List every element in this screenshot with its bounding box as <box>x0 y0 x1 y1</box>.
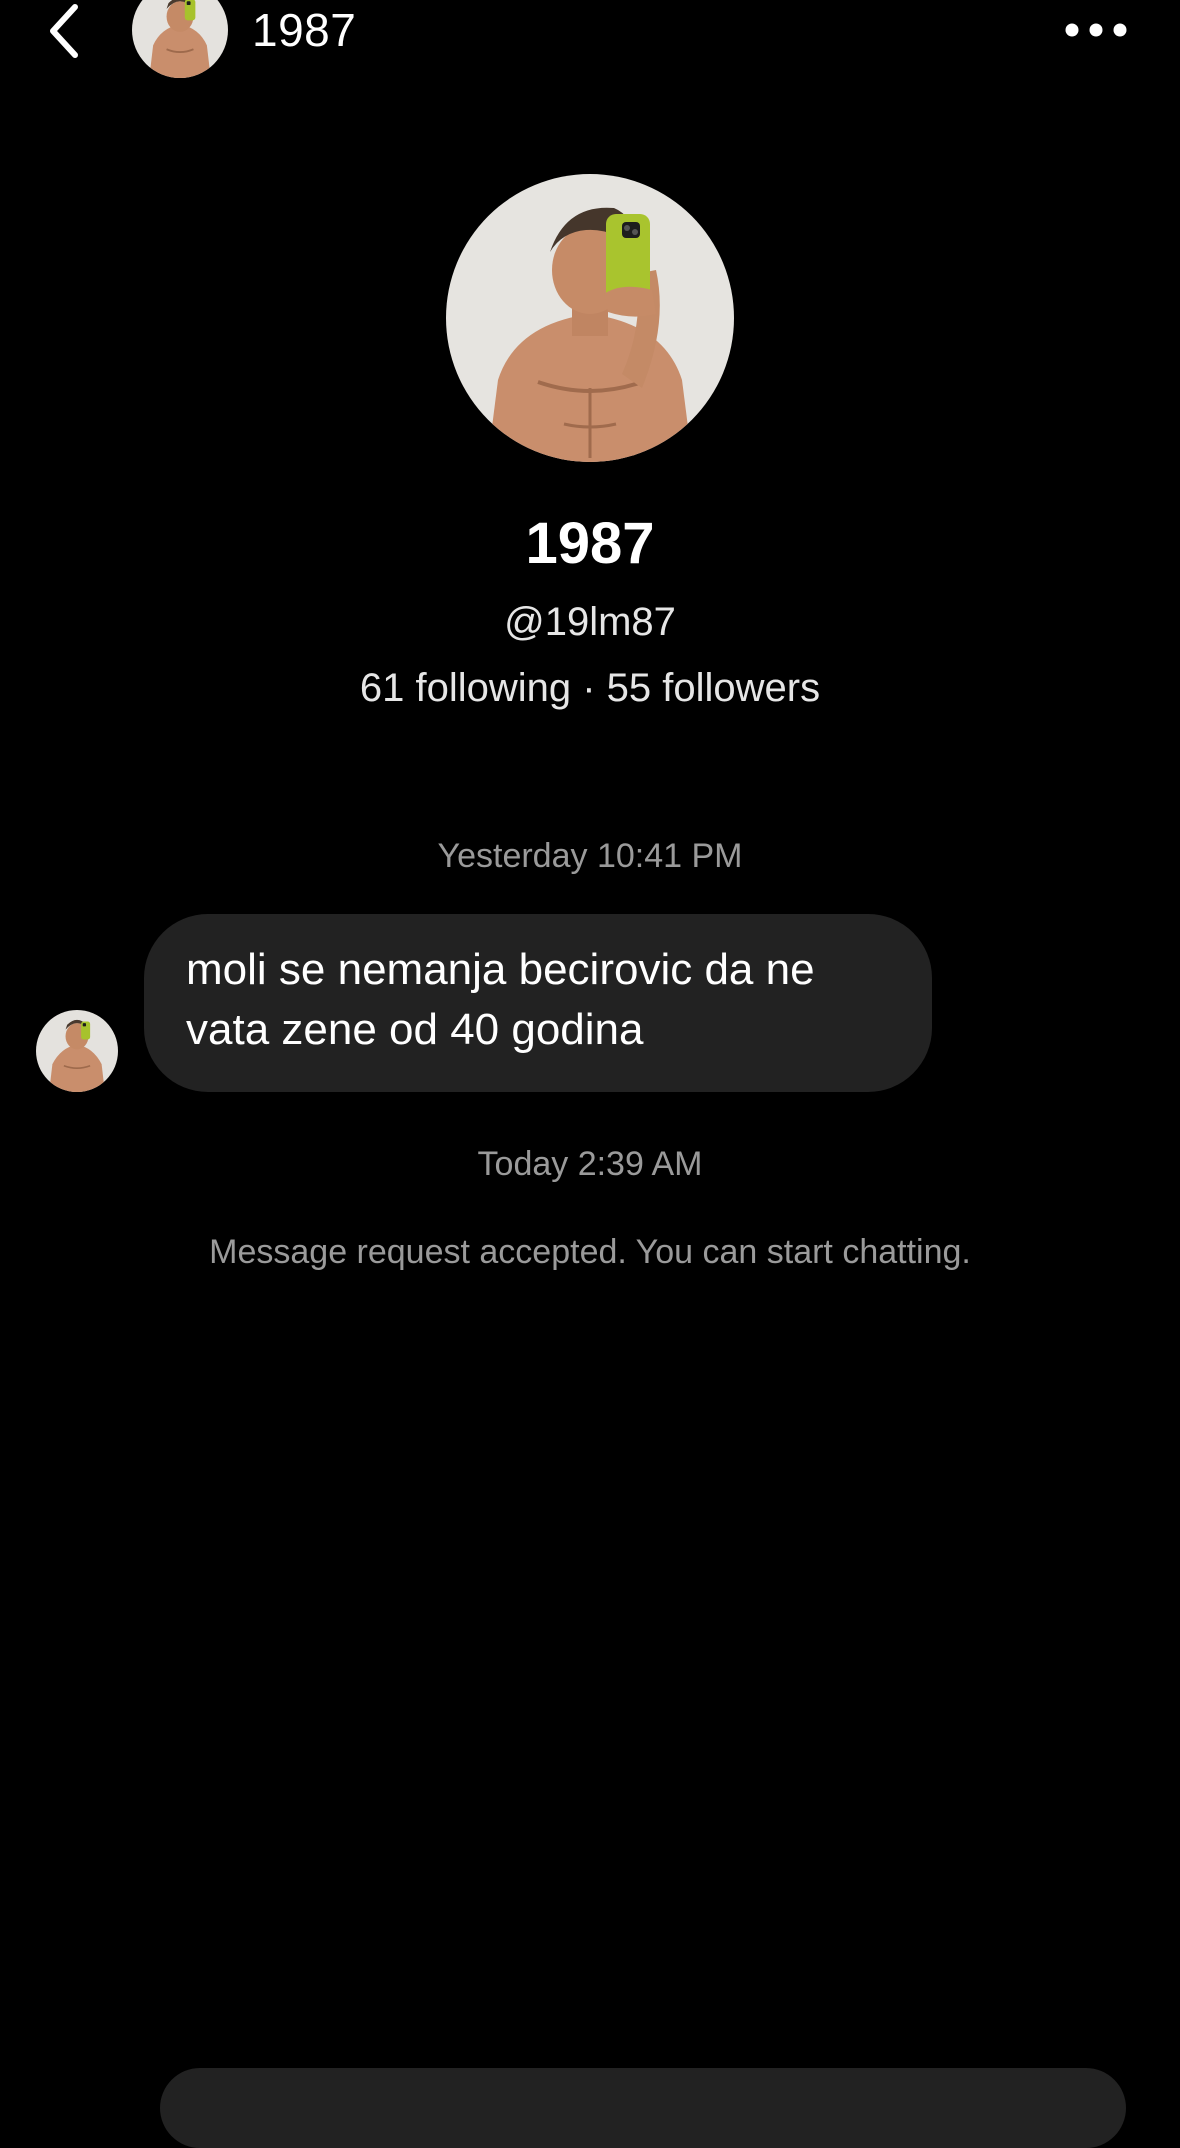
profile-name: 1987 <box>525 511 655 576</box>
chat-header: 1987 <box>0 0 1180 90</box>
chevron-left-icon <box>45 3 85 59</box>
profile-handle: @19lm87 <box>504 600 676 644</box>
header-title[interactable]: 1987 <box>252 2 356 58</box>
more-horizontal-icon <box>1064 22 1128 38</box>
message-input[interactable] <box>160 2068 1126 2148</box>
header-avatar[interactable] <box>132 0 228 78</box>
message-timestamp: Today 2:39 AM <box>477 1145 703 1183</box>
message-timestamp: Yesterday 10:41 PM <box>437 837 743 875</box>
sender-avatar[interactable] <box>36 1010 118 1092</box>
message-bubble[interactable]: moli se nemanja becirovic da ne vata zen… <box>144 914 932 1092</box>
more-options-button[interactable] <box>1056 4 1136 56</box>
back-button[interactable] <box>30 0 100 62</box>
system-message: Message request accepted. You can start … <box>209 1233 971 1271</box>
profile-follow-stats: 61 following · 55 followers <box>359 666 821 710</box>
profile-avatar[interactable] <box>446 174 734 462</box>
